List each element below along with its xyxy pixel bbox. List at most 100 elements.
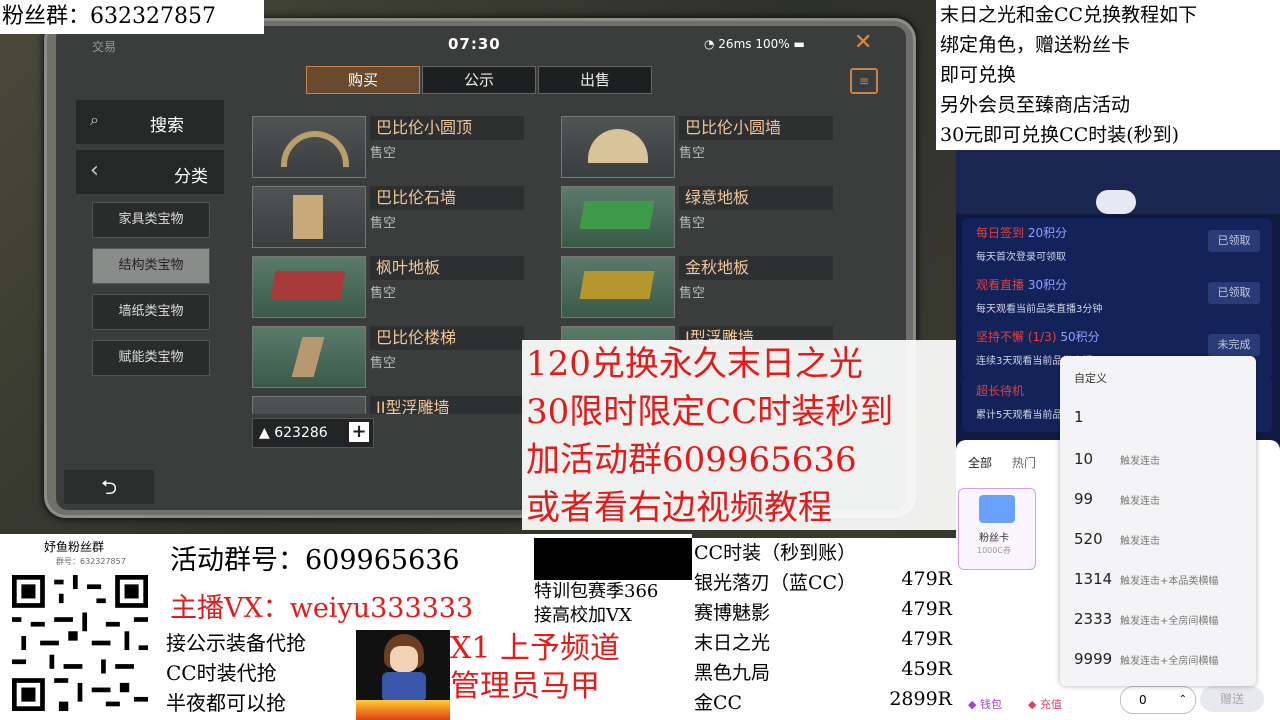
task-button[interactable]: 已领取 [1208,282,1260,304]
close-icon[interactable]: ✕ [854,30,872,55]
item-card[interactable]: 巴比伦石墙 售空 [252,186,530,248]
recharge-button[interactable]: ◆ 充值 [1028,696,1062,712]
task-title: 每日签到 20积分 [976,226,1068,240]
promo-red-text: 120兑换永久末日之光 30限时限定CC时装秒到 加活动群609965636 或… [522,340,958,530]
gift-fan-card[interactable]: 粉丝卡 1000C券 [958,488,1036,570]
service-notes: 接公示装备代抢 CC时装代抢 半夜都可以抢 [166,631,306,715]
task-button[interactable]: 未完成 [1208,334,1260,356]
price-row: 赛博魅影 479R [694,598,952,624]
item-card[interactable]: 金秋地板 售空 [561,256,839,318]
promo-line: 30限时限定CC时装秒到 [526,392,894,432]
quantity-option[interactable]: 9999 触发连击+全房间横幅 [1074,650,1254,680]
gift-price: 1000C券 [977,546,1011,555]
search-icon: ⌕ [90,110,99,129]
category-furniture[interactable]: 家具类宝物 [92,202,210,238]
promo-line: 或者看右边视频教程 [526,488,832,528]
quantity-menu: 自定义 1 10 触发连击 99 触发连击 520 触发连击 1314 触发连击+本品类… [1060,356,1256,686]
item-status: 售空 [370,356,397,371]
item-thumbnail [561,186,675,248]
task-desc: 每天观看当前品类直播3分钟 [976,304,1103,315]
price-row: 黑色九局 459R [694,658,952,684]
extra-notes: 特训包赛季366 接高校加VX [534,581,659,626]
item-status: 售空 [370,286,397,301]
item-thumbnail [252,186,366,248]
gift-label: 粉丝卡 [979,533,1009,544]
item-name: 枫叶地板 [370,256,524,280]
fan-card-icon [979,495,1015,523]
network-status: ◔ 26ms 100% ▬ [704,37,805,51]
coin-amount: 623286 [274,425,328,441]
category-label: 分类 [174,167,208,187]
trade-title: 交易 [92,40,117,54]
task-item: 每日签到 20积分 每天首次登录可领取 已领取 [962,218,1272,274]
clock: 07:30 [448,35,501,53]
item-name: 巴比伦小圆顶 [370,116,524,140]
item-thumbnail [561,256,675,318]
gift-tab-all[interactable]: 全部 [968,454,992,471]
task-desc: 每天首次登录可领取 [976,252,1066,263]
item-card[interactable]: 巴比伦小圆顶 售空 [252,116,530,178]
coin-icon: ▲ [259,425,270,441]
add-currency-button[interactable]: + [349,422,369,442]
send-gift-button[interactable]: 赠送 [1200,686,1264,712]
task-title: 坚持不懈 (1/3) 50积分 [976,330,1100,344]
item-status: 售空 [370,216,397,231]
notice-line: 30元即可兑换CC时装(秒到) [940,124,1180,146]
item-thumbnail [252,256,366,318]
channel-badge: X1 上予频道 管理员马甲 [450,630,690,720]
tab-announce[interactable]: 公示 [422,66,536,94]
quantity-option[interactable]: 1314 触发连击+本品类横幅 [1074,570,1254,600]
search-button[interactable]: ⌕ 搜索 [76,100,224,144]
quantity-option[interactable]: 1 [1074,408,1254,438]
category-empower[interactable]: 赋能类宝物 [92,340,210,376]
price-list: CC时装（秒到账） 银光落刃（蓝CC） 479R 赛博魅影 479R 末日之光 479… [692,538,956,720]
quantity-option[interactable]: 10 触发连击 [1074,450,1254,480]
quantity-input[interactable]: 0 ⌃ [1120,686,1196,714]
wallet-button[interactable]: ◆ 钱包 [968,696,1002,712]
custom-title[interactable]: 自定义 [1074,370,1107,386]
item-name: 巴比伦楼梯 [370,326,524,350]
task-button[interactable]: 已领取 [1208,230,1260,252]
item-card[interactable]: 绿意地板 售空 [561,186,839,248]
anchor-wechat: 主播VX：weiyu333333 [170,593,474,624]
gift-tab-hot[interactable]: 热门 [1012,454,1036,471]
activity-group-number: 活动群号：609965636 [170,545,460,576]
item-status: 售空 [679,286,706,301]
item-name: II型浮雕墙 [370,396,524,414]
fans-group-banner: 粉丝群：632327857 [0,0,264,34]
black-redaction [534,538,692,580]
item-name: 巴比伦石墙 [370,186,524,210]
category-header[interactable]: ‹ 分类 [76,150,224,194]
back-arrow-icon[interactable]: ⮌ [64,470,154,504]
notice-line: 绑定角色，赠送粉丝卡 [940,34,1131,56]
search-label: 搜索 [150,116,184,136]
price-row: 末日之光 479R [694,628,952,654]
item-card[interactable]: 枫叶地板 售空 [252,256,530,318]
chevron-up-icon[interactable]: ⌃ [1179,687,1187,713]
category-structure[interactable]: 结构类宝物 [92,248,210,284]
quantity-option[interactable]: 520 触发连击 [1074,530,1254,560]
quantity-option[interactable]: 2333 触发连击+全房间横幅 [1074,610,1254,640]
item-thumbnail [252,396,366,414]
record-icon[interactable]: ≡ [850,68,878,94]
tutorial-notice: 末日之光和金CC兑换教程如下 绑定角色，赠送粉丝卡 即可兑换 另外会员至臻商店活… [936,0,1280,150]
item-card[interactable]: II型浮雕墙 [252,396,530,414]
anime-avatar [356,630,452,720]
price-header: CC时装（秒到账） [694,542,857,564]
price-row: 金CC 2899R [694,688,952,714]
notice-line: 即可兑换 [940,64,1017,86]
quantity-option[interactable]: 99 触发连击 [1074,490,1254,520]
tab-sell[interactable]: 出售 [538,66,652,94]
item-status: 售空 [679,216,706,231]
tab-buy[interactable]: 购买 [306,66,420,94]
category-wallpaper[interactable]: 墙纸类宝物 [92,294,210,330]
item-card[interactable]: 巴比伦楼梯 售空 [252,326,530,388]
item-name: 金秋地板 [679,256,833,280]
item-card[interactable]: 巴比伦小圆墙 售空 [561,116,839,178]
item-name: 巴比伦小圆墙 [679,116,833,140]
qr-code [12,575,148,711]
item-thumbnail [252,326,366,388]
qr-subtitle: 群号：632327857 [56,557,126,566]
task-title: 超长待机 [976,384,1025,398]
task-title: 观看直播 30积分 [976,278,1068,292]
